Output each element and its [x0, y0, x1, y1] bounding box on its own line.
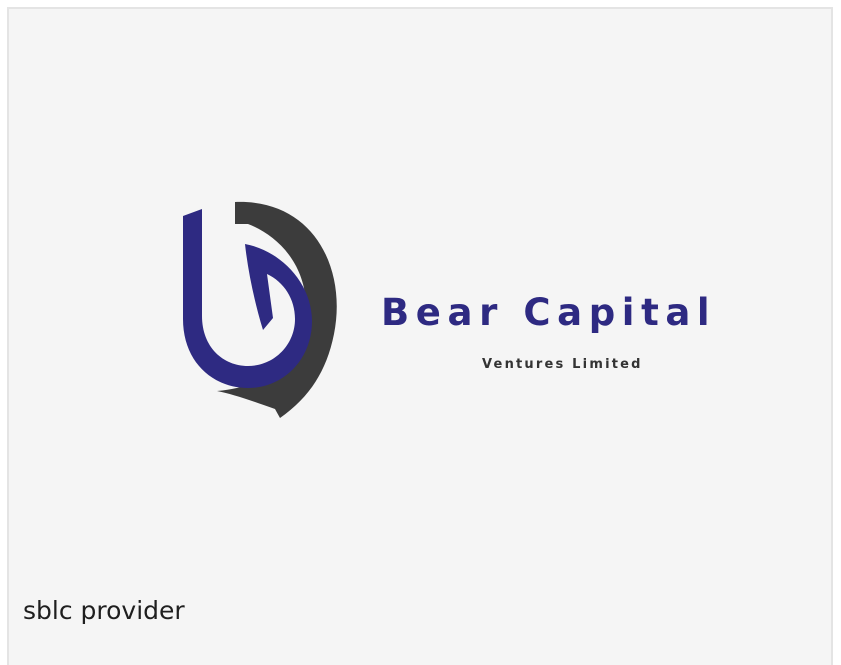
bear-capital-logo-mark-icon [183, 201, 337, 418]
logo-subtitle: Ventures Limited [482, 357, 643, 372]
image-caption: sblc provider [23, 596, 185, 625]
logo-title: Bear Capital [381, 291, 717, 334]
company-logo: Bear Capital Ventures Limited [169, 194, 710, 434]
image-card: Bear Capital Ventures Limited sblc provi… [7, 7, 833, 665]
